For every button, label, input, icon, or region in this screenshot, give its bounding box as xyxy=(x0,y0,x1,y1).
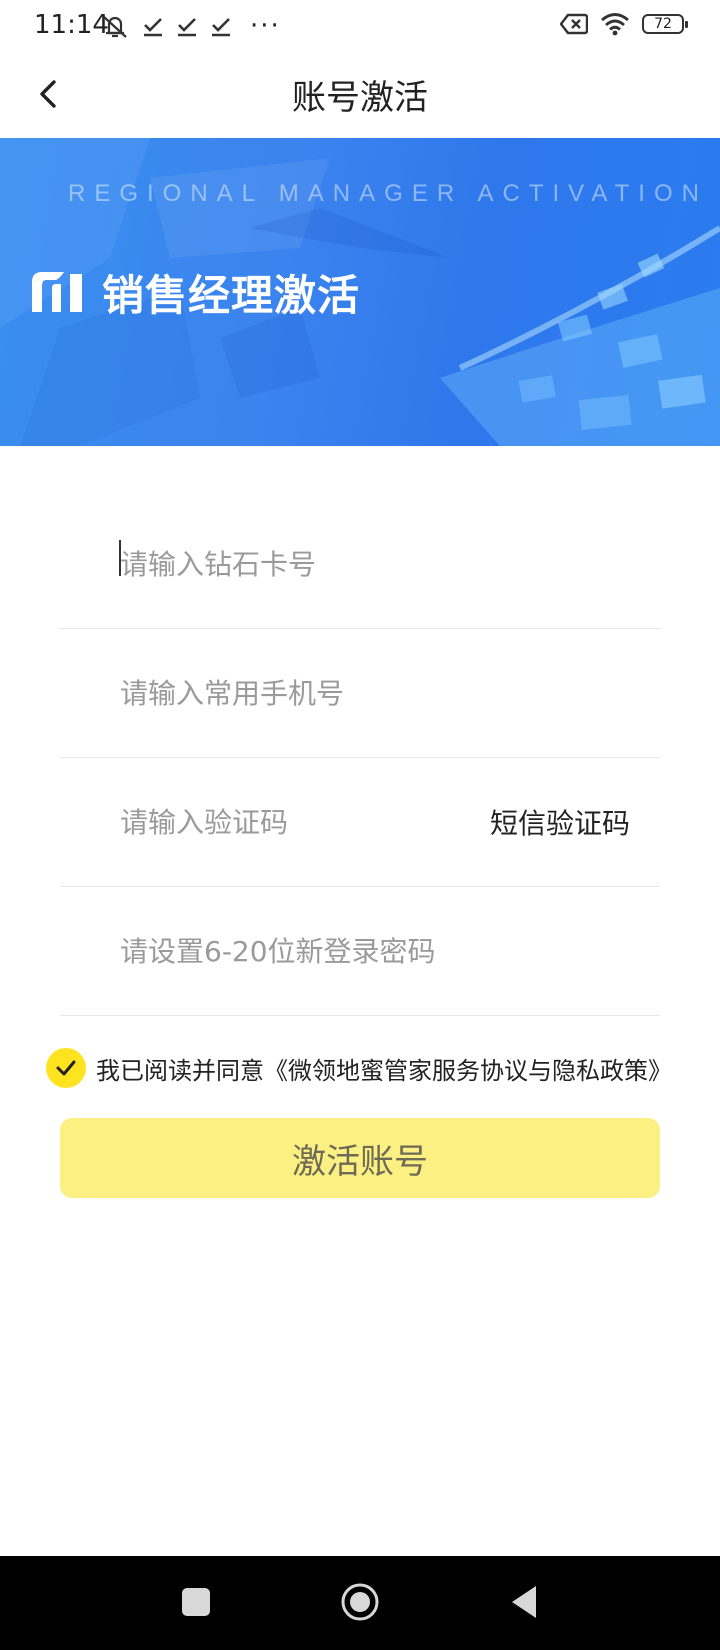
wifi-icon xyxy=(601,13,629,36)
password-input[interactable] xyxy=(120,887,540,1015)
verification-code-input[interactable] xyxy=(120,758,440,886)
banner: REGIONAL MANAGER ACTIVATION 销售经理激活 xyxy=(0,138,720,446)
back-icon[interactable] xyxy=(508,1582,540,1622)
activate-button[interactable]: 激活账号 xyxy=(60,1118,660,1198)
banner-english-title: REGIONAL MANAGER ACTIVATION xyxy=(68,180,708,207)
brand-logo-icon xyxy=(32,272,82,312)
card-number-row xyxy=(60,500,660,629)
check-icon xyxy=(144,18,162,37)
battery-icon: 72 xyxy=(642,14,688,34)
more-notifications-icon: ··· xyxy=(250,11,281,41)
password-row xyxy=(60,887,660,1016)
mute-notification-icon xyxy=(103,16,127,38)
code-row: 短信验证码 xyxy=(60,758,660,887)
status-bar: 11:14 ··· 72 xyxy=(0,0,720,56)
activation-form: 短信验证码 xyxy=(60,500,660,1016)
recent-apps-icon[interactable] xyxy=(180,1582,212,1622)
banner-title: 销售经理激活 xyxy=(102,271,361,320)
header: 账号激活 xyxy=(0,56,720,138)
status-left-icons: ··· xyxy=(100,12,281,40)
phone-row xyxy=(60,629,660,758)
system-nav-bar xyxy=(0,1556,720,1650)
checkmark-icon xyxy=(56,1060,76,1076)
text-cursor xyxy=(119,540,121,576)
check-icon xyxy=(212,18,230,37)
status-right-icons: 72 xyxy=(560,12,688,36)
agreement-checkbox[interactable] xyxy=(46,1048,86,1088)
check-icon xyxy=(178,18,196,37)
agreement-text[interactable]: 我已阅读并同意《微领地蜜管家服务协议与隐私政策》 xyxy=(96,1051,672,1086)
page-title: 账号激活 xyxy=(292,78,428,118)
status-time: 11:14 xyxy=(34,10,109,40)
phone-input[interactable] xyxy=(120,629,540,757)
battery-level: 72 xyxy=(654,16,672,32)
agreement: 我已阅读并同意《微领地蜜管家服务协议与隐私政策》 xyxy=(46,1048,672,1088)
home-icon[interactable] xyxy=(340,1582,380,1622)
no-sim-icon xyxy=(560,13,588,35)
sms-code-button[interactable]: 短信验证码 xyxy=(490,758,630,886)
card-number-input[interactable] xyxy=(120,500,540,628)
